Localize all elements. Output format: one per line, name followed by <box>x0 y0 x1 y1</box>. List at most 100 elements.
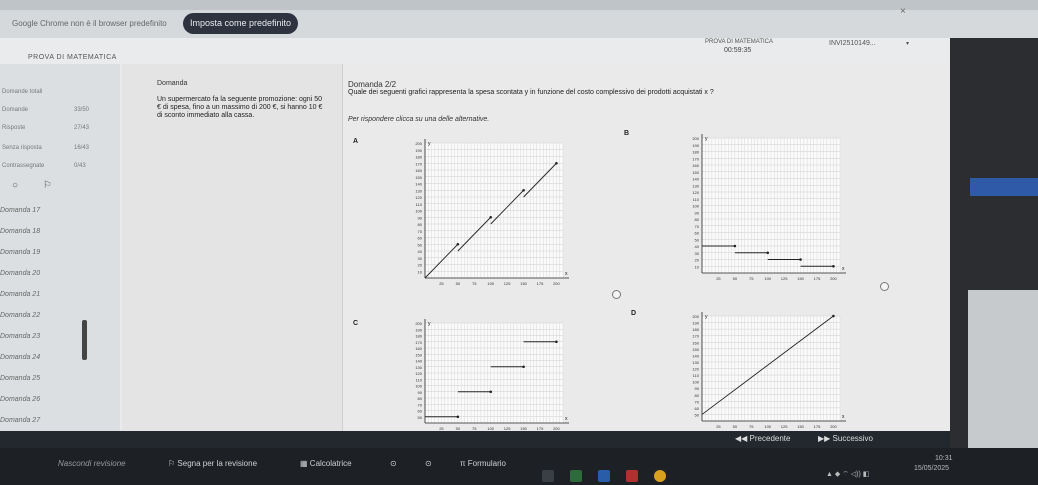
y-tick-label: 70 <box>418 229 423 234</box>
y-tick-label: 200 <box>415 321 422 326</box>
bottom-toolbar <box>0 448 1038 485</box>
user-id: INVI2510149... <box>829 40 876 47</box>
data-point <box>456 242 460 246</box>
formulary-button[interactable]: π Formulario <box>460 459 506 468</box>
radio-option-a[interactable] <box>612 290 621 299</box>
fast-forward-icon: ▶▶ <box>818 434 831 443</box>
y-tick-label: 120 <box>415 371 422 376</box>
taskbar-app-icon[interactable] <box>570 470 582 482</box>
flag-review-label: Segna per la revisione <box>177 459 258 468</box>
data-point <box>489 390 493 394</box>
x-tick-label: 25 <box>439 281 444 286</box>
pi-icon: π <box>460 459 466 468</box>
y-tick-label: 120 <box>692 367 699 372</box>
flag-review-button[interactable]: ⚐ Segna per la revisione <box>168 459 257 468</box>
y-tick-label: 120 <box>415 195 422 200</box>
y-tick-label: 40 <box>418 249 423 254</box>
next-button[interactable]: ▶▶ Successivo <box>818 434 873 443</box>
y-tick-label: 130 <box>415 188 422 193</box>
taskbar-app-icon[interactable] <box>542 470 554 482</box>
radio-option-b[interactable] <box>880 282 889 291</box>
question-stem: Un supermercato fa la seguente promozion… <box>157 96 323 119</box>
y-tick-label: 130 <box>692 183 699 188</box>
x-tick-label: 100 <box>487 281 494 286</box>
sidebar-row-label: Contrassegnate <box>2 163 45 169</box>
info-icon[interactable]: ⊙ <box>425 459 432 468</box>
x-tick-label: 175 <box>814 424 821 429</box>
sidebar-question-item[interactable]: Domanda 27 <box>0 417 100 424</box>
taskbar-app-icon[interactable] <box>598 470 610 482</box>
previous-button[interactable]: ◀◀ Precedente <box>735 434 790 443</box>
data-point <box>456 415 460 419</box>
y-tick-label: 70 <box>695 399 700 404</box>
y-tick-label: 130 <box>415 365 422 370</box>
chevron-down-icon[interactable]: ▾ <box>906 40 909 47</box>
circle-icon[interactable]: ○ <box>12 180 18 191</box>
y-tick-label: 190 <box>692 143 699 148</box>
y-tick-label: 50 <box>695 237 700 242</box>
data-point <box>522 188 525 192</box>
sidebar-question-item[interactable]: Domanda 21 <box>0 291 100 298</box>
x-axis-label: x <box>565 271 568 277</box>
y-tick-label: 50 <box>695 412 700 417</box>
option-label: B <box>624 130 630 137</box>
x-tick-label: 150 <box>797 276 804 281</box>
x-tick-label: 75 <box>749 276 754 281</box>
data-point <box>799 258 802 261</box>
set-default-button[interactable]: Imposta come predefinito <box>183 13 298 34</box>
x-tick-label: 150 <box>520 281 527 286</box>
y-tick-label: 170 <box>692 156 699 161</box>
chart-option-a[interactable]: 1020304050607080901001101201301401501601… <box>395 135 575 290</box>
sidebar-question-item[interactable]: Domanda 26 <box>0 396 100 403</box>
window-top-strip <box>0 0 1038 10</box>
x-axis-label: x <box>842 414 845 420</box>
sidebar-row-label: Domande totali <box>2 89 43 95</box>
sidebar-scrollbar[interactable] <box>82 320 87 360</box>
sidebar-question-item[interactable]: Domanda 22 <box>0 312 100 319</box>
y-tick-label: 150 <box>415 175 422 180</box>
question-number: Domanda 2/2 <box>348 80 397 89</box>
y-tick-label: 60 <box>418 409 423 414</box>
sidebar-icons: ○ ⚐ <box>12 180 52 191</box>
sidebar-question-item[interactable]: Domanda 19 <box>0 249 100 256</box>
x-tick-label: 50 <box>733 276 738 281</box>
x-tick-label: 125 <box>504 281 511 286</box>
y-tick-label: 150 <box>692 170 699 175</box>
y-tick-label: 170 <box>415 161 422 166</box>
y-tick-label: 180 <box>692 327 699 332</box>
chart-option-d[interactable]: 5060708090100110120130140150160170180190… <box>672 308 852 433</box>
chart-option-b[interactable]: 1020304050607080901001101201301401501601… <box>672 130 852 285</box>
hide-review-button[interactable]: Nascondi revisione <box>58 459 126 468</box>
sidebar-question-item[interactable]: Domanda 20 <box>0 270 100 277</box>
info-icon[interactable]: ⊙ <box>390 459 397 468</box>
taskbar-app-icon[interactable] <box>654 470 666 482</box>
x-tick-label: 50 <box>733 424 738 429</box>
rewind-icon: ◀◀ <box>735 434 748 443</box>
formulary-label: Formulario <box>467 459 506 468</box>
x-tick-label: 125 <box>781 424 788 429</box>
sidebar-question-item[interactable]: Domanda 25 <box>0 375 100 382</box>
x-tick-label: 200 <box>553 281 560 286</box>
sidebar-question-item[interactable]: Domanda 18 <box>0 228 100 235</box>
sidebar-row-label: Risposte <box>2 125 26 131</box>
y-tick-label: 100 <box>415 384 422 389</box>
y-tick-label: 190 <box>415 148 422 153</box>
sidebar-row-label: Senza risposta <box>2 145 42 151</box>
sidebar-question-item[interactable]: Domanda 17 <box>0 207 100 214</box>
flag-icon[interactable]: ⚐ <box>43 180 52 191</box>
y-tick-label: 110 <box>416 202 423 207</box>
close-icon[interactable]: × <box>900 6 906 17</box>
data-point <box>766 251 770 255</box>
option-label: C <box>353 320 359 327</box>
x-tick-label: 200 <box>830 276 837 281</box>
y-tick-label: 20 <box>418 263 423 268</box>
option-label: A <box>353 138 359 145</box>
calculator-button[interactable]: ▦ Calcolatrice <box>300 459 352 468</box>
sidebar-row: Domande totali <box>0 84 120 102</box>
x-tick-label: 100 <box>764 424 771 429</box>
chart-option-c[interactable]: 5060 708090100 110120130140 150160170180 190… <box>395 315 575 435</box>
sidebar-row-label: Domande <box>2 107 29 113</box>
taskbar-app-icon[interactable] <box>626 470 638 482</box>
y-tick-label: 50 <box>418 415 423 420</box>
y-tick-label: 190 <box>415 327 422 332</box>
